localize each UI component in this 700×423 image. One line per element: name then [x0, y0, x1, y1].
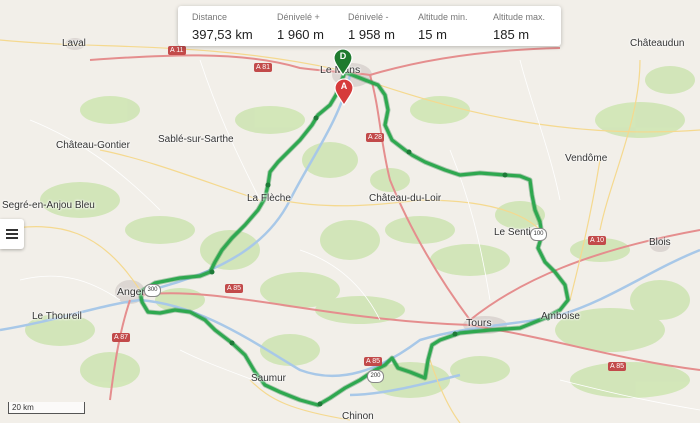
route-direction-arrow: [502, 172, 508, 178]
km-marker-100: 100: [530, 228, 547, 241]
stat-label: Altitude min.: [418, 12, 468, 22]
route-direction-arrow: [317, 401, 323, 407]
stat-value: 185 m: [493, 27, 530, 42]
route-direction-arrow: [313, 115, 319, 121]
route-direction-arrow: [209, 269, 215, 275]
route-stats-panel: Distance 397,53 km Dénivelé + 1 960 m Dé…: [178, 6, 561, 46]
menu-button[interactable]: [0, 219, 24, 249]
place-label-chateau-gontier: Château-Gontier: [56, 140, 130, 151]
stat-value: 1 960 m: [277, 27, 324, 42]
place-label-chateaudun: Châteaudun: [630, 38, 685, 49]
highway-label-a81: A 81: [254, 63, 273, 72]
route-direction-arrow: [406, 149, 412, 155]
place-label-saumur: Saumur: [251, 373, 287, 384]
route-direction-arrow: [265, 182, 271, 188]
scale-label: 20 km: [12, 403, 34, 412]
km-marker-300: 300: [144, 284, 161, 297]
stat-value: 15 m: [418, 27, 447, 42]
highway-label-a11: A 11: [168, 46, 186, 55]
stat-distance: Distance 397,53 km: [192, 12, 253, 42]
stat-value: 397,53 km: [192, 27, 253, 42]
stat-label: Dénivelé +: [277, 12, 320, 22]
place-label-tours: Tours: [466, 317, 492, 329]
map-scale-bar: 20 km: [8, 402, 85, 414]
route-end-marker[interactable]: A: [334, 78, 354, 106]
stat-label: Distance: [192, 12, 228, 22]
highway-label-a85-east: A 85: [608, 362, 627, 371]
place-label-chinon: Chinon: [342, 411, 374, 422]
highway-label-a85-west: A 85: [225, 284, 244, 293]
end-marker-label: A: [340, 81, 348, 91]
place-label-blois: Blois: [649, 237, 671, 248]
place-label-la-fleche: La Flèche: [247, 193, 291, 204]
place-label-laval: Laval: [62, 38, 86, 49]
stat-label: Altitude max.: [493, 12, 546, 22]
place-label-le-thoureil: Le Thoureil: [32, 311, 82, 322]
map-canvas[interactable]: A 11 A 81 A 28 A 10 A 85 A 85 A 85 A 87 …: [0, 0, 700, 423]
highway-label-a28: A 28: [366, 133, 385, 142]
stat-elevation-gain: Dénivelé + 1 960 m: [277, 12, 324, 42]
stat-elevation-loss: Dénivelé - 1 958 m: [348, 12, 395, 42]
place-label-vendome: Vendôme: [565, 153, 608, 164]
route-direction-arrow: [229, 340, 235, 346]
highway-label-a87: A 87: [112, 333, 131, 342]
place-label-sable-sur-sarthe: Sablé-sur-Sarthe: [158, 134, 234, 145]
forest-areas: [25, 66, 695, 398]
route-direction-arrow: [452, 331, 458, 337]
start-marker-label: D: [339, 51, 347, 61]
place-label-chateau-du-loir: Château-du-Loir: [369, 193, 442, 204]
place-label-segre: Segré-en-Anjou Bleu: [2, 200, 95, 211]
highway-label-a10: A 10: [588, 236, 607, 245]
stat-label: Dénivelé -: [348, 12, 389, 22]
place-label-amboise: Amboise: [541, 311, 580, 322]
stat-value: 1 958 m: [348, 27, 395, 42]
stat-altitude-min: Altitude min. 15 m: [418, 12, 468, 42]
km-marker-200: 200: [367, 370, 384, 383]
stat-altitude-max: Altitude max. 185 m: [493, 12, 545, 42]
highway-label-a85-south: A 85: [364, 357, 383, 366]
route-start-marker[interactable]: D: [333, 48, 353, 76]
